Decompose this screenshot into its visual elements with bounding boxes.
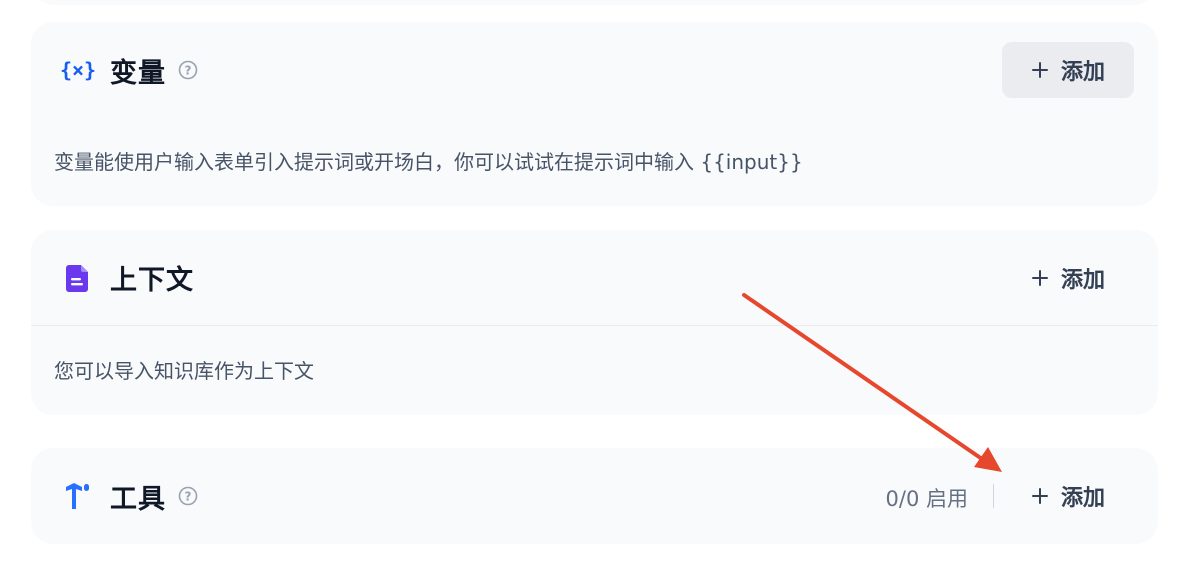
add-tool-button[interactable]: 添加 bbox=[1002, 468, 1134, 524]
add-variable-button[interactable]: 添加 bbox=[1002, 42, 1134, 98]
context-title: 上下文 bbox=[110, 265, 194, 296]
variable-braces-icon: {×} bbox=[61, 53, 95, 87]
tools-enabled-count: 0/0 启用 bbox=[885, 487, 968, 511]
help-circle-icon[interactable]: ? bbox=[178, 60, 198, 80]
add-tool-label: 添加 bbox=[1060, 486, 1105, 511]
tools-header: 工具 ? 0/0 启用 添加 bbox=[31, 448, 1158, 544]
variables-description: 变量能使用户输入表单引入提示词或开场白，你可以试试在提示词中输入 {{input… bbox=[54, 150, 803, 174]
previous-section-card bbox=[31, 0, 1158, 5]
svg-text:?: ? bbox=[185, 490, 192, 504]
context-section: 上下文 添加 您可以导入知识库作为上下文 bbox=[31, 230, 1158, 415]
document-icon bbox=[61, 261, 95, 295]
context-header: 上下文 添加 bbox=[31, 230, 1158, 326]
variables-header: {×} 变量 ? 添加 bbox=[31, 22, 1158, 118]
tool-icon bbox=[61, 479, 95, 513]
svg-text:?: ? bbox=[185, 64, 192, 78]
variables-title: 变量 bbox=[110, 57, 166, 89]
help-circle-icon[interactable]: ? bbox=[178, 486, 198, 506]
plus-icon bbox=[1031, 62, 1048, 78]
tools-title: 工具 bbox=[110, 483, 166, 515]
plus-icon bbox=[1031, 270, 1048, 286]
context-description: 您可以导入知识库作为上下文 bbox=[54, 359, 314, 383]
add-context-label: 添加 bbox=[1060, 268, 1105, 293]
add-variable-label: 添加 bbox=[1060, 60, 1105, 85]
svg-text:{×}: {×} bbox=[61, 58, 95, 82]
vertical-divider bbox=[993, 484, 994, 508]
app-stage: {×} 变量 ? 添加 变量能使用户输入表单引入提示词或开场白，你可以试试在提示… bbox=[0, 0, 1180, 576]
plus-icon bbox=[1031, 488, 1048, 504]
add-context-button[interactable]: 添加 bbox=[1002, 250, 1134, 306]
tools-section: 工具 ? 0/0 启用 添加 bbox=[31, 448, 1158, 544]
variables-section: {×} 变量 ? 添加 变量能使用户输入表单引入提示词或开场白，你可以试试在提示… bbox=[31, 22, 1158, 206]
